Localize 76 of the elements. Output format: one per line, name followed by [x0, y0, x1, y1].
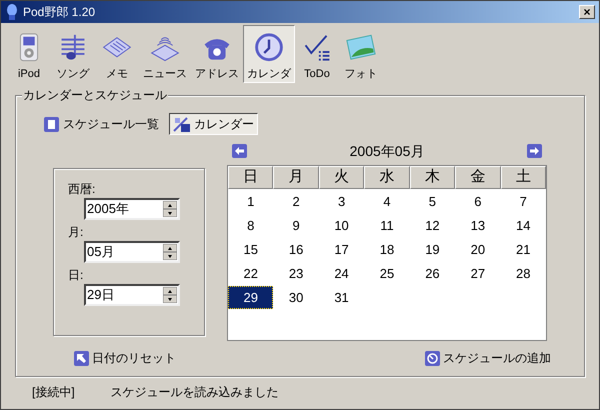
day-cell[interactable]: 25 — [364, 262, 410, 285]
day-cell[interactable]: 11 — [364, 214, 410, 237]
day-cell[interactable]: 13 — [455, 214, 501, 237]
day-cell[interactable]: 30 — [273, 286, 319, 309]
toolbar-button[interactable]: フォト — [339, 25, 383, 83]
day-cell[interactable]: 24 — [318, 262, 364, 285]
reset-date-button[interactable]: 日付のリセット — [74, 349, 176, 367]
spin-down-icon[interactable] — [163, 295, 177, 303]
window-title: Pod野郎 1.20 — [23, 4, 96, 21]
day-cell[interactable]: 18 — [364, 238, 410, 261]
toolbar-button[interactable]: ToDo — [295, 25, 339, 83]
calendar-icon — [173, 116, 190, 132]
day-cell[interactable]: 27 — [455, 262, 501, 285]
weekday-header: 土 — [500, 166, 546, 189]
toolbar-button[interactable]: ニュース — [139, 25, 191, 83]
day-cell[interactable]: 4 — [364, 190, 410, 213]
view-tab[interactable]: スケジュール一覧 — [40, 113, 163, 135]
spin-field[interactable]: 2005年 — [84, 198, 180, 220]
field-label: 日: — [68, 267, 84, 283]
toolbar-button[interactable]: メモ — [95, 25, 139, 83]
day-cell[interactable]: 7 — [500, 190, 546, 213]
weekday-header: 月 — [273, 166, 319, 189]
close-button[interactable]: × — [579, 5, 595, 19]
day-cell[interactable]: 5 — [410, 190, 456, 213]
clock-icon — [425, 350, 440, 366]
app-icon — [5, 4, 19, 20]
day-cell[interactable]: 14 — [500, 214, 546, 237]
document-icon — [44, 116, 59, 132]
spin-down-icon[interactable] — [163, 252, 177, 260]
connection-status: [接続中] — [32, 384, 75, 401]
view-tab[interactable]: カレンダー — [169, 113, 258, 135]
arrow-icon — [74, 350, 89, 366]
field-label: 西暦: — [68, 181, 96, 197]
spin-down-icon[interactable] — [163, 209, 177, 217]
day-cell[interactable]: 26 — [410, 262, 456, 285]
day-cell[interactable]: 1 — [228, 190, 274, 213]
clock-icon — [253, 32, 285, 62]
weekday-header: 日 — [228, 166, 274, 189]
toolbar-button[interactable]: カレンダ — [243, 25, 295, 83]
day-cell[interactable]: 2 — [273, 190, 319, 213]
day-cell[interactable]: 17 — [318, 238, 364, 261]
spin-up-icon[interactable] — [163, 201, 177, 209]
day-cell[interactable]: 15 — [228, 238, 274, 261]
day-cell[interactable]: 31 — [318, 286, 364, 309]
day-cell[interactable]: 8 — [228, 214, 274, 237]
weekday-header: 木 — [410, 166, 456, 189]
day-cell[interactable]: 19 — [410, 238, 456, 261]
day-cell[interactable]: 10 — [318, 214, 364, 237]
toolbar-button[interactable]: ソング — [51, 25, 95, 83]
day-cell[interactable]: 21 — [500, 238, 546, 261]
weekday-header: 金 — [455, 166, 501, 189]
previous-month-icon[interactable] — [232, 144, 247, 158]
toolbar-button[interactable]: iPod — [7, 25, 51, 83]
day-cell[interactable]: 3 — [318, 190, 364, 213]
day-cell[interactable]: 22 — [228, 262, 274, 285]
day-cell[interactable]: 29 — [228, 286, 274, 309]
day-cell[interactable]: 12 — [410, 214, 456, 237]
field-label: 月: — [68, 224, 84, 240]
next-month-icon[interactable] — [527, 144, 542, 158]
status-message: スケジュールを読み込みました — [110, 384, 279, 401]
weekday-header: 水 — [364, 166, 410, 189]
spin-up-icon[interactable] — [163, 244, 177, 252]
day-cell[interactable]: 9 — [273, 214, 319, 237]
spin-field[interactable]: 29日 — [84, 284, 180, 306]
weekday-header: 火 — [318, 166, 364, 189]
group-title: カレンダーとスケジュール — [22, 88, 168, 102]
add-schedule-button[interactable]: スケジュールの追加 — [425, 349, 551, 367]
day-cell[interactable]: 16 — [273, 238, 319, 261]
toolbar-button[interactable]: アドレス — [191, 25, 243, 83]
day-cell[interactable]: 28 — [500, 262, 546, 285]
spin-field[interactable]: 05月 — [84, 241, 180, 263]
day-cell[interactable]: 20 — [455, 238, 501, 261]
day-cell[interactable]: 23 — [273, 262, 319, 285]
month-title: 2005年05月 — [350, 142, 424, 160]
spin-up-icon[interactable] — [163, 287, 177, 295]
day-cell[interactable]: 6 — [455, 190, 501, 213]
